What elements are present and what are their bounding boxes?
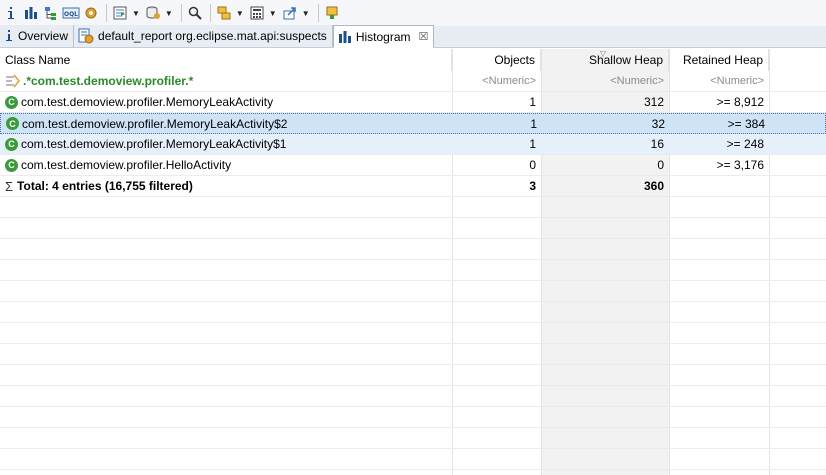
column-header-objects[interactable]: Objects: [452, 49, 541, 71]
empty-row: [0, 386, 826, 407]
table-header: Class Name Objects Shallow Heap Retained…: [0, 49, 826, 71]
toolbar: OQL ▼ ▼ ▼ ▼ ▼: [0, 0, 826, 26]
pin-icon[interactable]: [323, 3, 341, 23]
empty-row: [0, 260, 826, 281]
class-name: com.test.demoview.profiler.MemoryLeakAct…: [22, 116, 288, 131]
total-objects: 3: [529, 179, 536, 193]
total-row[interactable]: Σ Total: 4 entries (16,755 filtered) 3 3…: [0, 176, 826, 197]
empty-row: [0, 428, 826, 449]
empty-row: [0, 407, 826, 428]
dominator-tree-icon[interactable]: [42, 3, 60, 23]
total-retained-heap: [669, 176, 769, 197]
class-icon: C: [5, 137, 18, 151]
table-row[interactable]: C com.test.demoview.profiler.HelloActivi…: [0, 155, 826, 176]
table-row[interactable]: C com.test.demoview.profiler.MemoryLeakA…: [0, 113, 826, 134]
empty-row: [0, 239, 826, 260]
tab-label: default_report org.eclipse.mat.api:suspe…: [98, 29, 327, 43]
toolbar-separator: [317, 4, 319, 22]
info-icon: [4, 29, 14, 43]
class-name: com.test.demoview.profiler.HelloActivity: [21, 158, 232, 172]
objects-value: 1: [529, 137, 536, 151]
toolbar-separator: [106, 4, 107, 22]
table-row[interactable]: C com.test.demoview.profiler.MemoryLeakA…: [0, 92, 826, 113]
chevron-down-icon[interactable]: ▼: [302, 9, 310, 18]
objects-value: 1: [530, 116, 537, 131]
toolbar-separator: [180, 4, 182, 22]
tab-default-report[interactable]: default_report org.eclipse.mat.api:suspe…: [74, 25, 333, 47]
toolbar-separator: [209, 4, 211, 22]
editor-tabs: Overview default_report org.eclipse.mat.…: [0, 25, 826, 48]
shallow-heap-value: 0: [657, 158, 664, 172]
class-icon: C: [5, 158, 18, 172]
empty-row: [0, 302, 826, 323]
retained-heap-filter[interactable]: <Numeric>: [669, 71, 769, 92]
chevron-down-icon[interactable]: ▼: [236, 9, 244, 18]
table-row[interactable]: C com.test.demoview.profiler.MemoryLeakA…: [0, 134, 826, 155]
column-header-class-name[interactable]: Class Name: [0, 49, 452, 71]
empty-row: [0, 197, 826, 218]
sigma-icon: Σ: [5, 178, 14, 194]
filter-regex: .*com.test.demoview.profiler.*: [23, 74, 194, 88]
filter-row[interactable]: .*com.test.demoview.profiler.* <Numeric>…: [0, 71, 826, 92]
group-by-icon[interactable]: [215, 3, 233, 23]
class-name: com.test.demoview.profiler.MemoryLeakAct…: [21, 137, 287, 151]
calculator-icon[interactable]: [248, 3, 266, 23]
class-name: com.test.demoview.profiler.MemoryLeakAct…: [21, 95, 274, 109]
bar-chart-icon: [338, 30, 352, 44]
objects-value: 0: [529, 158, 536, 172]
shallow-heap-filter[interactable]: <Numeric>: [541, 71, 669, 92]
shallow-heap-value: 32: [651, 116, 665, 131]
info-icon[interactable]: [2, 3, 20, 23]
empty-row: [0, 344, 826, 365]
sort-descending-icon: ▽: [600, 49, 607, 58]
empty-row: [0, 323, 826, 344]
column-header-retained-heap[interactable]: Retained Heap: [669, 49, 769, 71]
filter-icon: [5, 74, 21, 88]
shallow-heap-value: 312: [643, 95, 664, 109]
report-icon: [78, 28, 94, 44]
shallow-heap-value: 16: [650, 137, 664, 151]
class-icon: C: [5, 95, 18, 109]
objects-value: 1: [529, 95, 536, 109]
retained-heap-value: >= 3,176: [716, 158, 764, 172]
tab-label: Histogram: [355, 29, 411, 44]
empty-row: [0, 218, 826, 239]
heap-dump-icon[interactable]: [144, 3, 162, 23]
tab-label: Overview: [18, 29, 69, 43]
retained-heap-value: >= 384: [727, 116, 765, 131]
close-icon[interactable]: ☒: [419, 30, 429, 43]
svg-text:OQL: OQL: [64, 11, 78, 18]
chevron-down-icon[interactable]: ▼: [132, 9, 140, 18]
oql-icon[interactable]: OQL: [62, 3, 80, 23]
objects-filter[interactable]: <Numeric>: [452, 71, 541, 92]
chevron-down-icon[interactable]: ▼: [269, 9, 277, 18]
histogram-table: Class Name Objects Shallow Heap Retained…: [0, 49, 826, 475]
empty-row: [0, 281, 826, 302]
empty-row: [0, 365, 826, 386]
gear-icon[interactable]: [82, 3, 100, 23]
retained-heap-value: >= 8,912: [716, 95, 764, 109]
query-browser-icon[interactable]: [111, 3, 129, 23]
chevron-down-icon[interactable]: ▼: [165, 9, 173, 18]
class-icon: C: [6, 117, 19, 130]
retained-heap-value: >= 248: [726, 137, 764, 151]
empty-row: [0, 449, 826, 470]
tab-histogram[interactable]: Histogram ☒: [332, 25, 435, 48]
search-icon[interactable]: [186, 3, 204, 23]
bar-chart-icon[interactable]: [22, 3, 40, 23]
total-shallow-heap: 360: [643, 179, 664, 193]
total-label: Total: 4 entries (16,755 filtered): [17, 179, 193, 193]
tab-overview[interactable]: Overview: [0, 25, 75, 47]
class-name-filter[interactable]: .*com.test.demoview.profiler.*: [0, 71, 452, 92]
export-icon[interactable]: [281, 3, 299, 23]
